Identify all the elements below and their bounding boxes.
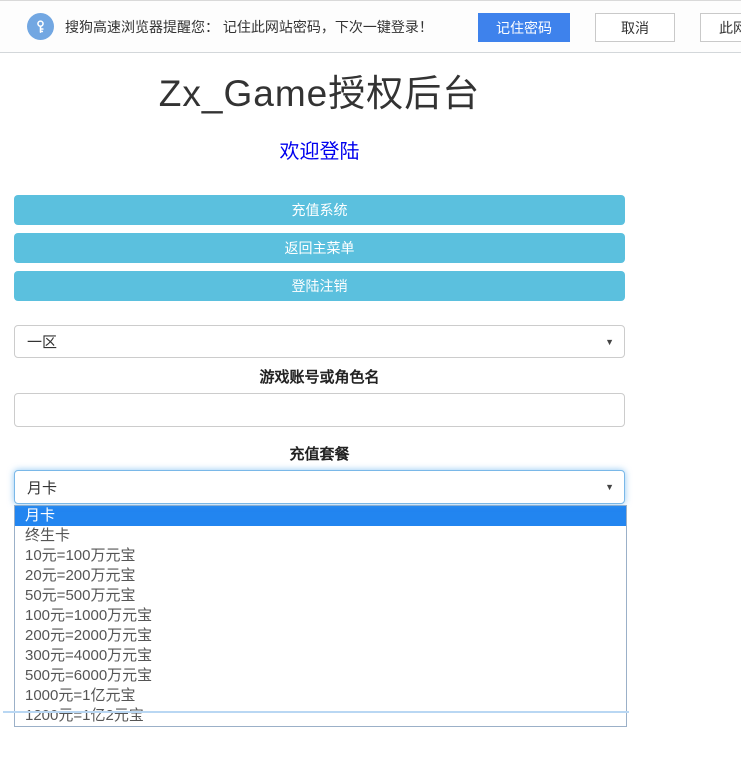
package-option[interactable]: 月卡	[15, 506, 626, 526]
package-label: 充值套餐	[14, 443, 625, 464]
zone-select-value: 一区	[27, 331, 57, 352]
main-content: Zx_Game授权后台 欢迎登陆 充值系统返回主菜单登陆注销 一区 ▼ 游戏账号…	[14, 72, 625, 727]
package-option[interactable]: 20元=200万元宝	[15, 566, 626, 586]
divider-line	[3, 711, 629, 713]
package-option[interactable]: 1000元=1亿元宝	[15, 686, 626, 706]
page-title: Zx_Game授权后台	[14, 72, 625, 116]
menu-button[interactable]: 充值系统	[14, 195, 625, 225]
welcome-login-link[interactable]: 欢迎登陆	[14, 135, 625, 164]
package-option[interactable]: 200元=2000万元宝	[15, 626, 626, 646]
package-option[interactable]: 500元=6000万元宝	[15, 666, 626, 686]
account-input[interactable]	[14, 393, 625, 427]
package-option[interactable]: 50元=500万元宝	[15, 586, 626, 606]
package-option[interactable]: 300元=4000万元宝	[15, 646, 626, 666]
account-label: 游戏账号或角色名	[14, 366, 625, 387]
key-icon	[27, 13, 54, 40]
menu-button[interactable]: 登陆注销	[14, 271, 625, 301]
chevron-down-icon: ▼	[605, 337, 614, 347]
browser-notification-bar: 搜狗高速浏览器提醒您： 记住此网站密码，下次一键登录！ 记住密码 取消 此网	[0, 0, 741, 53]
menu-buttons: 充值系统返回主菜单登陆注销	[14, 195, 625, 301]
password-save-message: 搜狗高速浏览器提醒您： 记住此网站密码，下次一键登录！	[65, 17, 433, 37]
zone-select[interactable]: 一区 ▼	[14, 325, 625, 358]
package-option[interactable]: 终生卡	[15, 526, 626, 546]
package-option[interactable]: 10元=100万元宝	[15, 546, 626, 566]
package-select[interactable]: 月卡 ▼	[14, 470, 625, 504]
package-option[interactable]: 1200元=1亿2元宝	[15, 706, 626, 726]
chevron-down-icon: ▼	[605, 482, 614, 492]
remember-password-button[interactable]: 记住密码	[478, 13, 570, 42]
package-select-value: 月卡	[27, 477, 57, 498]
package-option[interactable]: 100元=1000万元宝	[15, 606, 626, 626]
never-for-site-button[interactable]: 此网	[700, 13, 741, 42]
package-options-dropdown: 月卡终生卡10元=100万元宝20元=200万元宝50元=500万元宝100元=…	[14, 505, 627, 727]
menu-button[interactable]: 返回主菜单	[14, 233, 625, 263]
cancel-button[interactable]: 取消	[595, 13, 675, 42]
